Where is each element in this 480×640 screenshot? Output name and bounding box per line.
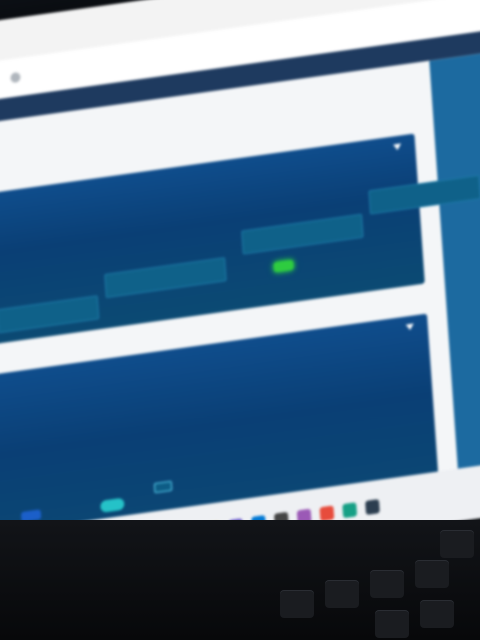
keyboard (0, 520, 480, 640)
web-page (0, 52, 480, 577)
keyboard-key (420, 600, 454, 628)
right-sidebar (429, 52, 480, 469)
taskbar-app-icon[interactable] (319, 505, 335, 522)
panel-title[interactable] (388, 142, 402, 154)
keyboard-key (375, 610, 409, 638)
keyboard-key (325, 580, 359, 608)
keyboard-key (370, 570, 404, 598)
laptop-screen (0, 0, 480, 588)
keyboard-key (280, 590, 314, 618)
keyboard-key (415, 560, 449, 588)
submit-button[interactable] (273, 259, 294, 273)
taskbar-app-icon[interactable] (342, 502, 358, 519)
chevron-down-icon[interactable] (405, 323, 415, 331)
form-input[interactable] (104, 257, 227, 299)
form-panel-top (0, 133, 480, 347)
address-input[interactable] (26, 66, 27, 85)
action-button-outline[interactable] (153, 480, 173, 494)
form-input[interactable] (0, 295, 100, 334)
keyboard-key (440, 530, 474, 558)
bookmark-item[interactable] (26, 99, 27, 113)
bookmark-item[interactable] (10, 102, 11, 116)
action-button-cyan[interactable] (100, 497, 125, 513)
refresh-icon[interactable] (10, 71, 21, 84)
taskbar-app-icon[interactable] (365, 499, 380, 515)
chevron-down-icon[interactable] (393, 143, 402, 151)
panel-title[interactable] (401, 322, 415, 334)
form-input[interactable] (241, 213, 364, 255)
